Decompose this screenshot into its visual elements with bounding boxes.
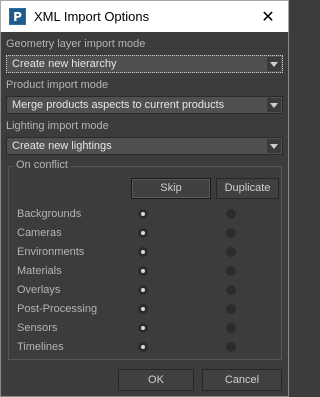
chevron-down-icon bbox=[267, 139, 281, 153]
duplicate-radio[interactable] bbox=[226, 304, 236, 314]
product-mode-label: Product import mode bbox=[6, 79, 109, 91]
skip-radio[interactable] bbox=[138, 285, 148, 295]
duplicate-radio[interactable] bbox=[226, 228, 236, 238]
skip-radio[interactable] bbox=[138, 247, 148, 257]
duplicate-radio[interactable] bbox=[226, 247, 236, 257]
conflict-row-label: Sensors bbox=[17, 322, 58, 334]
duplicate-radio[interactable] bbox=[226, 342, 236, 352]
lighting-mode-value: Create new lightings bbox=[12, 140, 112, 152]
conflict-row-label: Timelines bbox=[17, 341, 64, 353]
skip-radio[interactable] bbox=[138, 266, 148, 276]
window-title: XML Import Options bbox=[34, 9, 150, 24]
conflict-row-label: Backgrounds bbox=[17, 208, 82, 220]
product-mode-dropdown[interactable]: Merge products aspects to current produc… bbox=[6, 96, 283, 114]
title-bar: P XML Import Options ✕ bbox=[0, 0, 289, 32]
skip-radio[interactable] bbox=[138, 323, 148, 333]
chevron-down-icon bbox=[267, 57, 281, 71]
geometry-mode-value: Create new hierarchy bbox=[12, 58, 117, 70]
lighting-mode-label: Lighting import mode bbox=[6, 120, 109, 132]
app-logo-icon: P bbox=[9, 8, 26, 25]
conflict-row-label: Post-Processing bbox=[17, 303, 98, 315]
cancel-button[interactable]: Cancel bbox=[202, 369, 282, 391]
on-conflict-title: On conflict bbox=[14, 159, 70, 171]
duplicate-radio[interactable] bbox=[226, 266, 236, 276]
conflict-row-label: Overlays bbox=[17, 284, 61, 296]
close-button[interactable]: ✕ bbox=[248, 1, 288, 33]
conflict-row-label: Environments bbox=[17, 246, 85, 258]
skip-radio[interactable] bbox=[138, 304, 148, 314]
chevron-down-icon bbox=[267, 98, 281, 112]
skip-radio[interactable] bbox=[138, 209, 148, 219]
ok-button[interactable]: OK bbox=[118, 369, 194, 391]
duplicate-all-button[interactable]: Duplicate bbox=[216, 178, 279, 199]
skip-all-button[interactable]: Skip bbox=[131, 178, 211, 199]
skip-radio[interactable] bbox=[138, 228, 148, 238]
skip-radio[interactable] bbox=[138, 342, 148, 352]
product-mode-value: Merge products aspects to current produc… bbox=[12, 99, 225, 111]
duplicate-radio[interactable] bbox=[226, 285, 236, 295]
conflict-row-label: Materials bbox=[17, 265, 62, 277]
close-icon: ✕ bbox=[261, 7, 275, 26]
duplicate-radio[interactable] bbox=[226, 323, 236, 333]
lighting-mode-dropdown[interactable]: Create new lightings bbox=[6, 137, 283, 155]
conflict-row-label: Cameras bbox=[17, 227, 62, 239]
geometry-mode-dropdown[interactable]: Create new hierarchy bbox=[6, 55, 283, 73]
duplicate-radio[interactable] bbox=[226, 209, 236, 219]
geometry-mode-label: Geometry layer import mode bbox=[6, 38, 146, 50]
